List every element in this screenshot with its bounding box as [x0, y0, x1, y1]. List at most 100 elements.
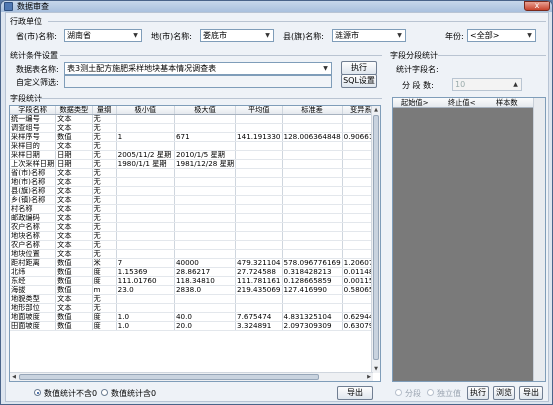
cell-max: 671	[174, 132, 237, 143]
table-row[interactable]: 地貌类型 文本无	[10, 294, 380, 305]
cell-data-type: 文本	[55, 249, 93, 260]
table-row[interactable]: 地形部位 文本无	[10, 303, 380, 314]
column-header-sample-count[interactable]: 样本数	[496, 98, 518, 108]
cell-field-name: 采样序号	[10, 132, 57, 143]
column-header-max[interactable]: 极大值	[174, 106, 237, 116]
table-row[interactable]: 地(市)名称 文本无	[10, 177, 380, 188]
segment-execute-button[interactable]: 执行	[467, 386, 489, 400]
table-row[interactable]: 调查组号 文本无	[10, 123, 380, 134]
table-row[interactable]: 海拔 数值 m 23.0 2838.0 219.435069 127.416990 0.580…	[10, 285, 380, 296]
segment-stats-scrollbar[interactable]	[533, 98, 545, 381]
cell-field-name: 省(市)名称	[10, 168, 57, 179]
column-header-mean[interactable]: 平均值	[235, 106, 283, 116]
data-review-window: 数据审查 x 行政单位 省(市)名称: 湖南省 ▼ 地(市)名称: 娄底市 ▼ …	[0, 0, 553, 405]
scroll-down-icon[interactable]: ▼	[372, 365, 380, 373]
cell-field-name: 田面坡度	[10, 321, 57, 332]
county-select[interactable]: 涟源市 ▼	[332, 29, 406, 42]
table-row[interactable]: 东经 数值度 111.01760 118.34810 111.781161 0.12866…	[10, 276, 380, 287]
cell-unit: 无	[92, 186, 117, 197]
table-row[interactable]: 省(市)名称 文本无	[10, 168, 380, 179]
field-stats-table[interactable]: 字段名称 数据类型 量纲 极小值 极大值 平均值 标准差 变异系 统一编号 文本无…	[9, 105, 381, 382]
cell-min	[116, 294, 175, 305]
column-header-unit[interactable]: 量纲	[92, 106, 117, 116]
sql-settings-button[interactable]: SQL设置	[341, 74, 377, 88]
table-row[interactable]: 乡(镇)名称 文本无	[10, 195, 380, 206]
table-row[interactable]: 地面坡度 数值度 1.0 40.0 7.675474 4.831325104 0.62944…	[10, 312, 380, 323]
scroll-left-icon[interactable]: ◀	[10, 373, 18, 381]
cell-min: 1.0	[116, 321, 175, 332]
execute-filter-button[interactable]: 执行	[341, 61, 377, 75]
cell-unit: 无	[92, 204, 117, 215]
table-row[interactable]: 地块位置 文本无	[10, 249, 380, 260]
cell-std	[282, 294, 343, 305]
table-name-select-value: 表3测土配方施肥采样地块基本情况调查表	[67, 64, 217, 73]
exclude-zero-label: 数值统计不含0	[44, 389, 98, 398]
scroll-up-icon[interactable]: ▲	[372, 106, 380, 114]
cell-mean	[235, 195, 283, 206]
cell-mean	[235, 123, 283, 134]
cell-unit: 无	[92, 240, 117, 251]
column-header-field-name[interactable]: 字段名称	[10, 106, 57, 116]
table-row[interactable]: 邮政编码 文本无	[10, 213, 380, 224]
scroll-right-icon[interactable]: ▶	[365, 373, 373, 381]
cell-field-name: 地块名称	[10, 231, 57, 242]
segment-radio[interactable]	[395, 389, 402, 396]
province-select[interactable]: 湖南省 ▼	[64, 29, 142, 42]
export-stats-button[interactable]: 导出	[337, 386, 373, 400]
table-row[interactable]: 农户名称 文本无	[10, 222, 380, 233]
scrollbar-thumb[interactable]	[373, 115, 379, 360]
cell-min	[116, 123, 175, 134]
cell-max: 2838.0	[174, 285, 237, 296]
table-row[interactable]: 北纬 数值度 1.15369 28.86217 27.724588 0.318428213…	[10, 267, 380, 278]
table-name-select[interactable]: 表3测土配方施肥采样地块基本情况调查表 ▼	[64, 62, 332, 75]
cell-data-type: 文本	[55, 141, 93, 152]
close-button[interactable]: x	[524, 1, 550, 11]
cell-max: 2010/1/5 星期	[174, 150, 237, 161]
cell-mean	[235, 213, 283, 224]
segment-count-input[interactable]: 10 ▲	[452, 78, 522, 91]
browse-button[interactable]: 浏览	[493, 386, 515, 400]
field-stats-horizontal-scrollbar[interactable]: ◀ ▶	[10, 372, 373, 381]
independent-radio[interactable]	[427, 389, 434, 396]
field-stats-vertical-scrollbar[interactable]: ▲ ▼	[371, 106, 380, 373]
stats-condition-title: 统计条件设置	[10, 51, 58, 60]
custom-filter-input[interactable]	[64, 75, 332, 88]
table-row[interactable]: 采样目的 文本无	[10, 141, 380, 152]
table-row[interactable]: 村名称 文本无	[10, 204, 380, 215]
cell-min: 111.01760	[116, 276, 175, 287]
city-select[interactable]: 娄底市 ▼	[200, 29, 274, 42]
cell-min	[116, 303, 175, 314]
include-zero-radio[interactable]	[101, 389, 108, 396]
table-row[interactable]: 采样日期 日期无 2005/11/2 星期 2010/1/5 星期	[10, 150, 380, 161]
cell-max	[174, 141, 237, 152]
year-select[interactable]: <全部> ▼	[467, 29, 536, 42]
column-header-min[interactable]: 极小值	[116, 106, 175, 116]
segment-count-value: 10	[455, 80, 466, 89]
table-row[interactable]: 统一编号 文本无	[10, 114, 380, 125]
cell-min: 1980/1/1 星期	[116, 159, 175, 170]
column-header-data-type[interactable]: 数据类型	[55, 106, 93, 116]
table-row[interactable]: 农户名称 文本无	[10, 240, 380, 251]
table-row[interactable]: 上次采样日期 日期无 1980/1/1 星期 1981/12/28 星期	[10, 159, 380, 170]
scrollbar-thumb[interactable]	[19, 374, 319, 380]
column-header-std[interactable]: 标准差	[282, 106, 343, 116]
column-header-end[interactable]: 终止值<	[448, 98, 476, 108]
dialog-content: 行政单位 省(市)名称: 湖南省 ▼ 地(市)名称: 娄底市 ▼ 县(旗)名称:…	[5, 12, 549, 402]
table-row[interactable]: 县(旗)名称 文本无	[10, 186, 380, 197]
cell-std	[282, 204, 343, 215]
table-row[interactable]: 地块名称 文本无	[10, 231, 380, 242]
table-row[interactable]: 距村距离 数值米 7 40000 479.321104 578.096776169 1.20…	[10, 258, 380, 269]
exclude-zero-radio[interactable]	[34, 389, 41, 396]
cell-min: 1.15369	[116, 267, 175, 278]
segment-stats-table[interactable]: 起始值> 终止值< 样本数	[392, 97, 546, 382]
table-row[interactable]: 田面坡度 数值度 1.0 20.0 3.324891 2.097309309 0.63079…	[10, 321, 380, 332]
segment-export-button[interactable]: 导出	[519, 386, 543, 400]
table-row[interactable]: 采样序号 数值无 1 671 141.191330 128.006364848 0.9066…	[10, 132, 380, 143]
cell-data-type: 文本	[55, 294, 93, 305]
cell-data-type: 数值	[55, 276, 93, 287]
column-header-start[interactable]: 起始值>	[401, 98, 429, 108]
cell-field-name: 乡(镇)名称	[10, 195, 57, 206]
cell-data-type: 数值	[55, 132, 93, 143]
cell-max	[174, 222, 237, 233]
cell-field-name: 北纬	[10, 267, 57, 278]
